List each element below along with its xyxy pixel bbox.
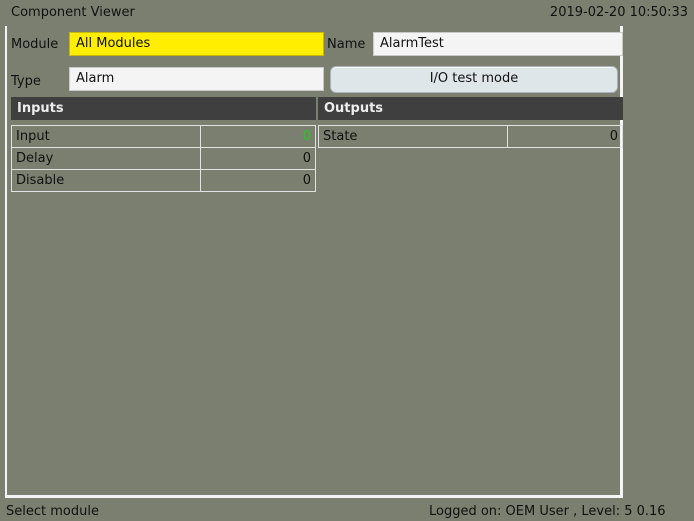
module-selector[interactable]: All Modules [69,32,324,56]
name-label: Name [327,37,366,52]
type-label: Type [11,74,41,89]
io-test-mode-button[interactable]: I/O test mode [330,66,618,93]
type-field[interactable]: Alarm [69,67,324,91]
delay-name-cell: Delay [10,147,202,170]
table-row[interactable]: State 0 [317,125,623,148]
state-name-cell: State [317,125,509,148]
outputs-header: Outputs [318,97,623,120]
state-value-cell: 0 [507,125,623,148]
disable-value-cell: 0 [200,169,316,192]
table-row[interactable]: Delay 0 [10,147,316,170]
datetime-display: 2019-02-20 10:50:33 [549,5,688,20]
outputs-table: State 0 [317,125,623,148]
delay-value-cell: 0 [200,147,316,170]
status-bar: Select module Logged on: OEM User , Leve… [0,500,694,521]
module-label: Module [11,37,59,52]
login-status: Logged on: OEM User , Level: 5 0.16 [429,504,666,519]
input-name-cell: Input [10,125,202,148]
window-title: Component Viewer [11,5,135,20]
input-value-cell: 0 [200,125,316,148]
name-field[interactable]: AlarmTest [373,32,623,56]
component-panel: Module All Modules Name AlarmTest Type A… [5,26,623,498]
inputs-header: Inputs [11,97,316,120]
table-row[interactable]: Disable 0 [10,169,316,192]
status-message: Select module [6,504,99,519]
table-row[interactable]: Input 0 [10,125,316,148]
title-bar: Component Viewer 2019-02-20 10:50:33 [0,0,694,24]
inputs-table: Input 0 Delay 0 Disable 0 [10,125,316,192]
disable-name-cell: Disable [10,169,202,192]
